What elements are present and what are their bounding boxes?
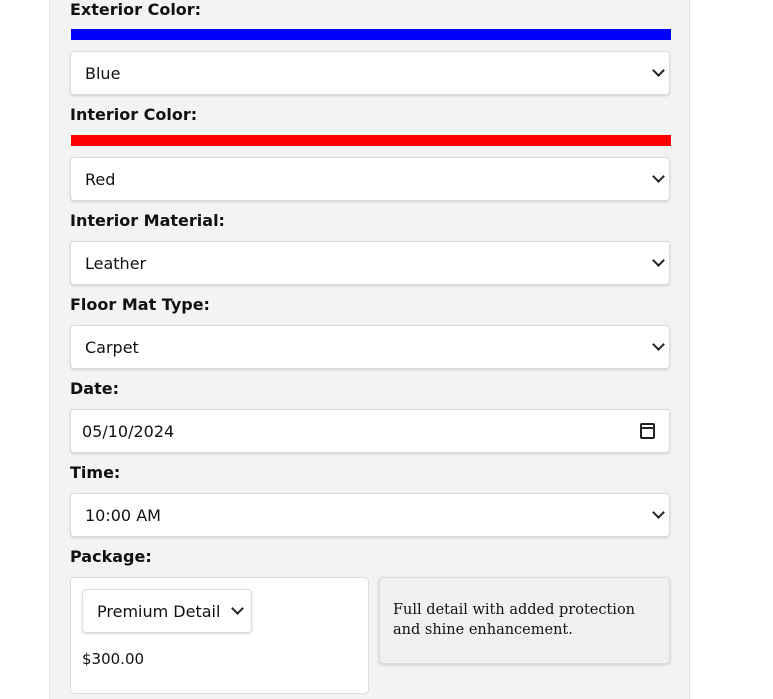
exterior-color-value: Blue [85,63,121,83]
exterior-color-swatch [71,29,671,40]
exterior-color-select[interactable]: Blue [70,51,670,95]
package-label: Package: [70,547,152,566]
floor-mat-type-select[interactable]: Carpet [70,325,670,369]
floor-mat-type-value: Carpet [85,337,139,357]
date-label: Date: [70,379,119,398]
interior-material-value: Leather [85,253,147,273]
interior-material-select[interactable]: Leather [70,241,670,285]
date-value: 05/10/2024 [82,421,175,441]
interior-color-swatch [71,135,671,146]
interior-color-select[interactable]: Red [70,157,670,201]
floor-mat-type-label: Floor Mat Type: [70,295,210,314]
interior-material-label: Interior Material: [70,211,225,230]
chevron-down-icon [652,506,665,519]
chevron-down-icon [652,338,665,351]
chevron-down-icon [231,602,244,615]
interior-color-value: Red [85,169,116,189]
time-value: 10:00 AM [85,505,161,525]
package-description: Full detail with added protection and sh… [379,577,670,664]
time-select[interactable]: 10:00 AM [70,493,670,537]
chevron-down-icon [652,170,665,183]
package-value: Premium Detail [97,601,221,621]
package-select[interactable]: Premium Detail [82,589,252,633]
date-input[interactable]: 05/10/2024 [70,409,670,453]
chevron-down-icon [652,64,665,77]
time-label: Time: [70,463,121,482]
package-card: Premium Detail $300.00 [70,577,369,694]
interior-color-label: Interior Color: [70,105,198,124]
calendar-icon[interactable] [640,423,655,439]
exterior-color-label: Exterior Color: [70,0,202,19]
package-price: $300.00 [82,650,145,668]
chevron-down-icon [652,254,665,267]
